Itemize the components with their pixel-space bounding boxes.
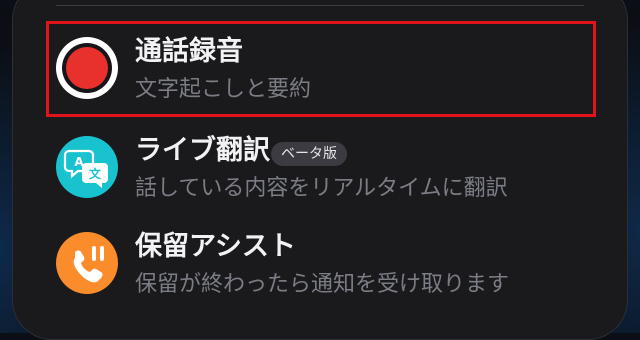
beta-badge: ベータ版 bbox=[271, 142, 347, 166]
divider bbox=[56, 5, 584, 6]
menu-item-title: 保留アシスト bbox=[135, 231, 296, 262]
selection-highlight bbox=[46, 21, 596, 117]
menu-item-title: ライブ翻訳 bbox=[135, 135, 270, 166]
menu-item-live-translate[interactable]: A 文 ライブ翻訳 ベータ版 話している内容をリアルタイムに翻訳 bbox=[46, 120, 596, 216]
phone-hold-icon bbox=[56, 232, 118, 294]
translate-icon: A 文 bbox=[56, 136, 118, 198]
menu-item-subtitle: 保留が終わったら通知を受け取ります bbox=[135, 272, 510, 297]
translate-glyph-kanji: 文 bbox=[89, 166, 102, 181]
menu-item-hold-assist[interactable]: 保留アシスト 保留が終わったら通知を受け取ります bbox=[46, 216, 596, 312]
translate-glyph-a: A bbox=[74, 155, 84, 169]
menu-item-subtitle: 話している内容をリアルタイムに翻訳 bbox=[135, 176, 508, 201]
